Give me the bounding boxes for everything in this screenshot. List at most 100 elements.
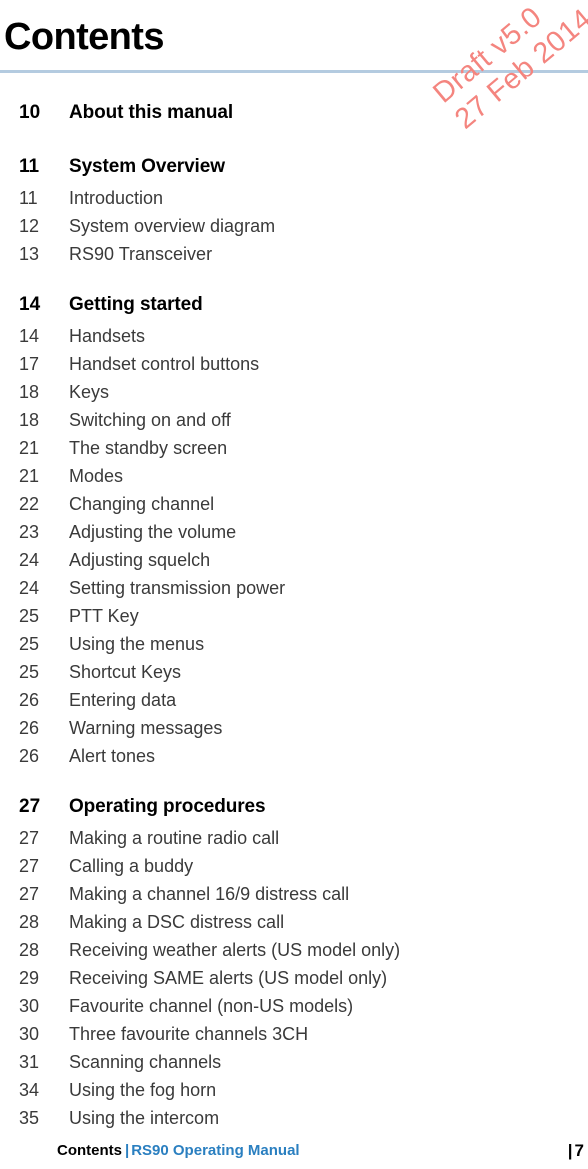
toc-entry-row[interactable]: 30 Favourite channel (non-US models) — [0, 992, 588, 1020]
toc-entry-row[interactable]: 28 Making a DSC distress call — [0, 908, 588, 936]
footer-page-bar: | — [567, 1141, 573, 1160]
toc-entry-row[interactable]: 12 System overview diagram — [0, 212, 588, 240]
toc-section-gap — [0, 130, 588, 150]
toc-entry-label: Setting transmission power — [69, 578, 286, 598]
toc-page-number: 26 — [19, 690, 40, 710]
toc-entry-label: Operating procedures — [69, 796, 266, 817]
toc-entry-row[interactable]: 27 Making a channel 16/9 distress call — [0, 880, 588, 908]
toc-entry-row[interactable]: 11 Introduction — [0, 184, 588, 212]
toc-entry-row[interactable]: 18 Switching on and off — [0, 406, 588, 434]
footer-page-value: 7 — [574, 1141, 584, 1160]
footer-page-number: | 7 — [568, 1141, 584, 1161]
toc-entry-label: Favourite channel (non-US models) — [69, 996, 354, 1016]
toc-page-number: 28 — [19, 912, 40, 932]
toc-entry-label: Making a routine radio call — [69, 828, 280, 848]
toc-entry-row[interactable]: 24 Adjusting squelch — [0, 546, 588, 574]
toc-page-number: 22 — [19, 494, 40, 514]
toc-entry-row[interactable]: 26 Alert tones — [0, 742, 588, 770]
toc-entry-label: System overview diagram — [69, 216, 276, 236]
toc-entry-label: Handsets — [69, 326, 146, 346]
toc-page-number: 27 — [19, 884, 40, 904]
header-rule — [0, 70, 588, 73]
toc-entry-row[interactable]: 28 Receiving weather alerts (US model onl… — [0, 936, 588, 964]
toc-entry-row[interactable]: 24 Setting transmission power — [0, 574, 588, 602]
toc-entry-label: Alert tones — [69, 746, 156, 766]
toc-page-number: 35 — [19, 1108, 40, 1128]
toc-entry-row[interactable]: 34 Using the fog horn — [0, 1076, 588, 1104]
toc-entry-label: Three favourite channels 3CH — [69, 1024, 309, 1044]
toc-entry-row[interactable]: 13 RS90 Transceiver — [0, 240, 588, 268]
toc-section-gap — [0, 268, 588, 288]
toc-page-number: 25 — [19, 606, 40, 626]
toc-page-number: 27 — [19, 796, 41, 817]
toc-page-number: 11 — [19, 156, 40, 177]
toc-entry-row[interactable]: 26 Entering data — [0, 686, 588, 714]
footer-separator: | — [125, 1142, 130, 1159]
toc-entry-label: Using the intercom — [69, 1108, 220, 1128]
toc-entry-row[interactable]: 21 The standby screen — [0, 434, 588, 462]
toc-page-number: 18 — [19, 382, 40, 402]
toc-entry-row[interactable]: 26 Warning messages — [0, 714, 588, 742]
footer-section-label: Contents — [57, 1142, 122, 1159]
document-page: Draft v5.0 27 Feb 2014 Contents 10 About … — [0, 0, 588, 1169]
toc-page-number: 10 — [19, 102, 41, 123]
toc-entry-label: The standby screen — [69, 438, 228, 458]
toc-entry-label: Introduction — [69, 188, 164, 208]
toc-entry-label: PTT Key — [69, 606, 139, 626]
toc-entry-row[interactable]: 31 Scanning channels — [0, 1048, 588, 1076]
toc-page-number: 23 — [19, 522, 40, 542]
footer-manual-title: RS90 Operating Manual — [131, 1142, 300, 1159]
toc-page-number: 30 — [19, 1024, 40, 1044]
toc-entry-row[interactable]: 25 Using the menus — [0, 630, 588, 658]
toc-entry-row[interactable]: 30 Three favourite channels 3CH — [0, 1020, 588, 1048]
toc-entry-label: Receiving SAME alerts (US model only) — [69, 968, 388, 988]
toc-entry-row[interactable]: 25 Shortcut Keys — [0, 658, 588, 686]
toc-entry-label: Receiving weather alerts (US model only) — [69, 940, 401, 960]
toc-entry-label: System Overview — [69, 156, 225, 177]
toc-entry-row[interactable]: 22 Changing channel — [0, 490, 588, 518]
toc-entry-row[interactable]: 35 Using the intercom — [0, 1104, 588, 1132]
toc-entry-label: Making a DSC distress call — [69, 912, 285, 932]
toc-entry-label: About this manual — [69, 102, 234, 123]
toc-section-row[interactable]: 14 Getting started — [0, 288, 588, 322]
toc-entry-row[interactable]: 29 Receiving SAME alerts (US model only) — [0, 964, 588, 992]
toc-page-number: 27 — [19, 828, 40, 848]
toc-page-number: 25 — [19, 662, 40, 682]
toc-entry-label: Entering data — [69, 690, 177, 710]
toc-page-number: 11 — [19, 188, 38, 208]
toc-entry-row[interactable]: 27 Calling a buddy — [0, 852, 588, 880]
toc-entry-label: Modes — [69, 466, 124, 486]
toc-page-number: 29 — [19, 968, 40, 988]
toc-entry-row[interactable]: 27 Making a routine radio call — [0, 824, 588, 852]
toc-entry-row[interactable]: 14 Handsets — [0, 322, 588, 350]
toc-entry-label: Scanning channels — [69, 1052, 222, 1072]
watermark-line-1: Draft v5.0 — [427, 0, 548, 110]
toc-entry-label: Calling a buddy — [69, 856, 194, 876]
toc-page-number: 26 — [19, 746, 40, 766]
toc-page-number: 12 — [19, 216, 40, 236]
toc-section-row[interactable]: 10 About this manual — [0, 96, 588, 130]
toc-entry-row[interactable]: 23 Adjusting the volume — [0, 518, 588, 546]
toc-section-row[interactable]: 11 System Overview — [0, 150, 588, 184]
toc-page-number: 17 — [19, 354, 40, 374]
toc-section-row[interactable]: 27 Operating procedures — [0, 790, 588, 824]
toc-entry-row[interactable]: 21 Modes — [0, 462, 588, 490]
toc-entry-row[interactable]: 25 PTT Key — [0, 602, 588, 630]
toc-entry-label: Keys — [69, 382, 110, 402]
toc-page-number: 14 — [19, 294, 41, 315]
toc-entry-label: Using the fog horn — [69, 1080, 217, 1100]
toc-entry-label: Using the menus — [69, 634, 205, 654]
toc-entry-label: Adjusting the volume — [69, 522, 237, 542]
toc-entry-label: Getting started — [69, 294, 203, 315]
toc-page-number: 31 — [19, 1052, 40, 1072]
toc-page-number: 14 — [19, 326, 40, 346]
toc-page-number: 27 — [19, 856, 40, 876]
page-footer: Contents | RS90 Operating Manual | 7 — [0, 1135, 588, 1161]
toc-page-number: 13 — [19, 244, 40, 264]
toc-entry-label: Warning messages — [69, 718, 223, 738]
toc-entry-row[interactable]: 18 Keys — [0, 378, 588, 406]
toc-entry-label: Switching on and off — [69, 410, 231, 430]
toc-entry-row[interactable]: 17 Handset control buttons — [0, 350, 588, 378]
toc-page-number: 25 — [19, 634, 40, 654]
toc-page-number: 18 — [19, 410, 40, 430]
